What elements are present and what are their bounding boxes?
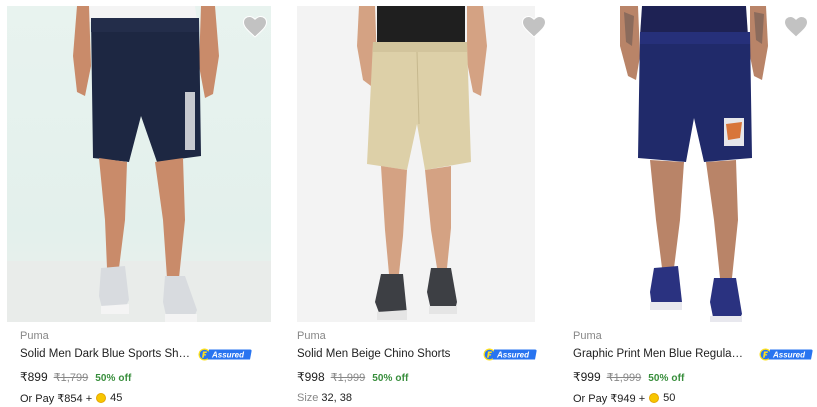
pay-offer-text: Or Pay ₹854 + (20, 392, 93, 405)
supercoin-offer: Or Pay ₹854 + 45 (20, 391, 260, 405)
product-mrp: ₹1,799 (53, 372, 89, 384)
product-photo (357, 6, 487, 320)
product-photo (7, 6, 271, 322)
product-title[interactable]: Solid Men Dark Blue Sports Shorts (20, 348, 192, 360)
product-brand: Puma (573, 330, 602, 342)
product-title[interactable]: Graphic Print Men Blue Regular S... (573, 348, 745, 360)
product-title[interactable]: Solid Men Beige Chino Shorts (297, 348, 450, 360)
product-image[interactable] (297, 6, 535, 322)
assured-badge: Assured (483, 348, 537, 361)
product-image[interactable] (590, 6, 800, 322)
size-label: Size (297, 392, 319, 404)
product-mrp: ₹1,999 (606, 372, 642, 384)
pay-offer-text: Or Pay ₹949 + (573, 392, 646, 405)
supercoin-icon (96, 393, 107, 403)
product-brand: Puma (20, 330, 49, 342)
svg-text:Assured: Assured (772, 350, 806, 359)
product-card[interactable]: Puma Solid Men Beige Chino Shorts Assure… (284, 0, 554, 407)
coin-count: 45 (110, 392, 123, 404)
discount-label: 50% off (95, 373, 132, 384)
supercoin-icon (649, 393, 660, 403)
product-photo (620, 6, 768, 322)
assured-badge: Assured (198, 348, 252, 361)
product-card[interactable]: Puma Graphic Print Men Blue Regular S...… (560, 0, 817, 407)
discount-label: 50% off (648, 373, 685, 384)
svg-text:Assured: Assured (496, 350, 530, 359)
discount-label: 50% off (372, 373, 409, 384)
product-price: ₹999 (573, 370, 601, 384)
wishlist-heart-icon[interactable] (521, 15, 547, 38)
product-brand: Puma (297, 330, 326, 342)
wishlist-heart-icon[interactable] (783, 15, 809, 38)
size-availability: Size 32, 38 (297, 391, 537, 405)
svg-text:Assured: Assured (211, 350, 245, 359)
product-card[interactable]: Puma Solid Men Dark Blue Sports Shorts A… (7, 0, 277, 407)
supercoin-offer: Or Pay ₹949 + 50 (573, 391, 813, 405)
product-image[interactable] (7, 6, 271, 322)
product-price: ₹899 (20, 370, 48, 384)
assured-badge: Assured (759, 348, 813, 361)
coin-count: 50 (663, 392, 676, 404)
product-price: ₹998 (297, 370, 325, 384)
size-values: 32, 38 (321, 392, 352, 404)
product-mrp: ₹1,999 (330, 372, 366, 384)
wishlist-heart-icon[interactable] (242, 15, 268, 38)
